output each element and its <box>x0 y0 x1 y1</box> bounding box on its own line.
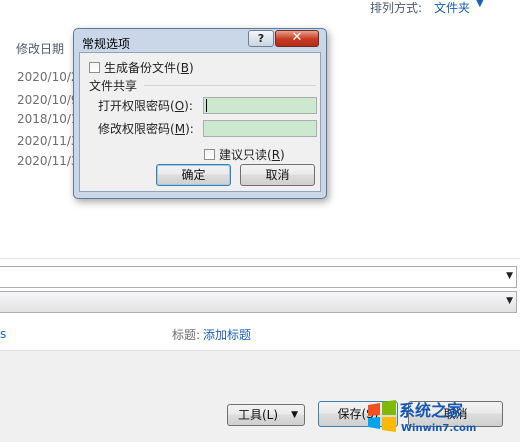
open-password-label: 打开权限密码(O): <box>98 99 193 113</box>
close-button[interactable]: ✕ <box>275 30 319 47</box>
dialog-content: 生成备份文件(B) 文件共享 打开权限密码(O): 修改权限密码(M): 建议只… <box>79 52 321 192</box>
file-row-date: 2020/10/9 <box>17 93 79 107</box>
title-field-label: 标题: <box>172 328 201 342</box>
windows-logo-icon <box>368 400 396 432</box>
chevron-down-icon: ▼ <box>291 410 298 420</box>
watermark-site: Winwin7.com <box>401 423 477 434</box>
backup-label[interactable]: 生成备份文件(B) <box>104 59 194 76</box>
read-only-recommended-checkbox[interactable] <box>204 149 215 160</box>
modify-password-label: 修改权限密码(M): <box>98 122 194 136</box>
tools-button-label: 工具(L) <box>238 408 279 422</box>
file-list-divider <box>0 258 520 259</box>
column-header-modified-date[interactable]: 修改日期 <box>16 40 64 57</box>
general-options-dialog: 常规选项 ? ✕ 生成备份文件(B) 文件共享 打开权限密码(O): 修改权限密… <box>73 28 327 199</box>
left-edge-link-fragment: s <box>0 327 7 341</box>
file-name-combobox[interactable]: ▼ <box>0 266 517 288</box>
read-only-label[interactable]: 建议只读(R) <box>219 146 285 163</box>
file-row-date: 2020/11/3 <box>17 154 79 168</box>
sort-dropdown-arrow-icon[interactable]: ▼ <box>476 0 484 9</box>
site-watermark: 系统之家 Winwin7.com <box>365 395 520 441</box>
sort-by-dropdown[interactable]: 文件夹 <box>434 0 470 16</box>
cancel-button[interactable]: 取消 <box>240 164 315 186</box>
save-type-combobox[interactable]: ▼ <box>0 291 517 313</box>
close-icon: ✕ <box>291 30 303 45</box>
file-row-date: 2018/10/1 <box>17 112 79 126</box>
chevron-down-icon[interactable]: ▼ <box>506 271 513 281</box>
backup-checkbox[interactable] <box>89 62 100 73</box>
chevron-down-icon[interactable]: ▼ <box>506 296 513 306</box>
file-row-date: 2020/10/2 <box>17 70 79 84</box>
dialog-title: 常规选项 <box>82 37 131 51</box>
sort-by-label: 排列方式: <box>370 1 423 15</box>
help-icon: ? <box>257 32 265 45</box>
tools-menu-button[interactable]: 工具(L) ▼ <box>227 404 305 426</box>
group-divider <box>144 85 316 86</box>
watermark-brand: 系统之家 <box>399 401 464 420</box>
text-caret <box>206 99 207 112</box>
modify-password-input[interactable] <box>203 120 317 137</box>
ok-button[interactable]: 确定 <box>156 164 231 186</box>
file-sharing-group-label: 文件共享 <box>89 79 138 93</box>
open-password-input[interactable] <box>203 97 317 114</box>
add-title-link[interactable]: 添加标题 <box>203 326 251 343</box>
help-button[interactable]: ? <box>248 30 274 47</box>
file-row-date: 2020/11/3 <box>17 134 79 148</box>
